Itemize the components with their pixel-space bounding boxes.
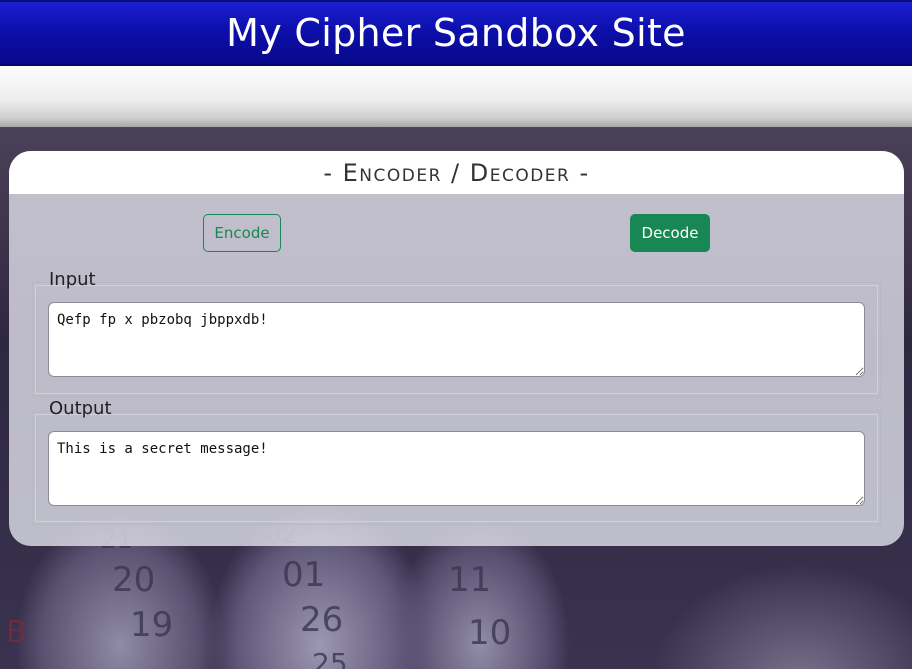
output-legend: Output	[49, 398, 112, 419]
site-header: My Cipher Sandbox Site	[0, 0, 912, 66]
wheel-number: B	[6, 615, 27, 650]
output-fieldset: Output This is a secret message!	[32, 398, 881, 525]
wheel-number: 25	[312, 647, 348, 669]
wheel-number: 10	[468, 613, 512, 653]
wheel-number: 26	[300, 600, 344, 640]
nav-bar	[0, 66, 912, 127]
site-title: My Cipher Sandbox Site	[226, 11, 686, 55]
output-textarea[interactable]: This is a secret message!	[48, 431, 865, 506]
input-legend: Input	[49, 269, 96, 290]
wheel-number: 01	[282, 555, 326, 595]
encode-button[interactable]: Encode	[203, 214, 281, 252]
wheel-number: 20	[112, 560, 156, 600]
input-textarea[interactable]: Qefp fp x pbzobq jbppxdb!	[48, 302, 865, 377]
input-fieldset: Input Qefp fp x pbzobq jbppxdb!	[32, 269, 881, 397]
decode-button[interactable]: Decode	[630, 214, 710, 252]
encoder-decoder-card: - Encoder / Decoder - Encode Decode Inpu…	[9, 151, 904, 546]
wheel-number: 11	[448, 560, 492, 600]
card-title: - Encoder / Decoder -	[9, 151, 904, 194]
wheel-number: 19	[130, 605, 174, 645]
